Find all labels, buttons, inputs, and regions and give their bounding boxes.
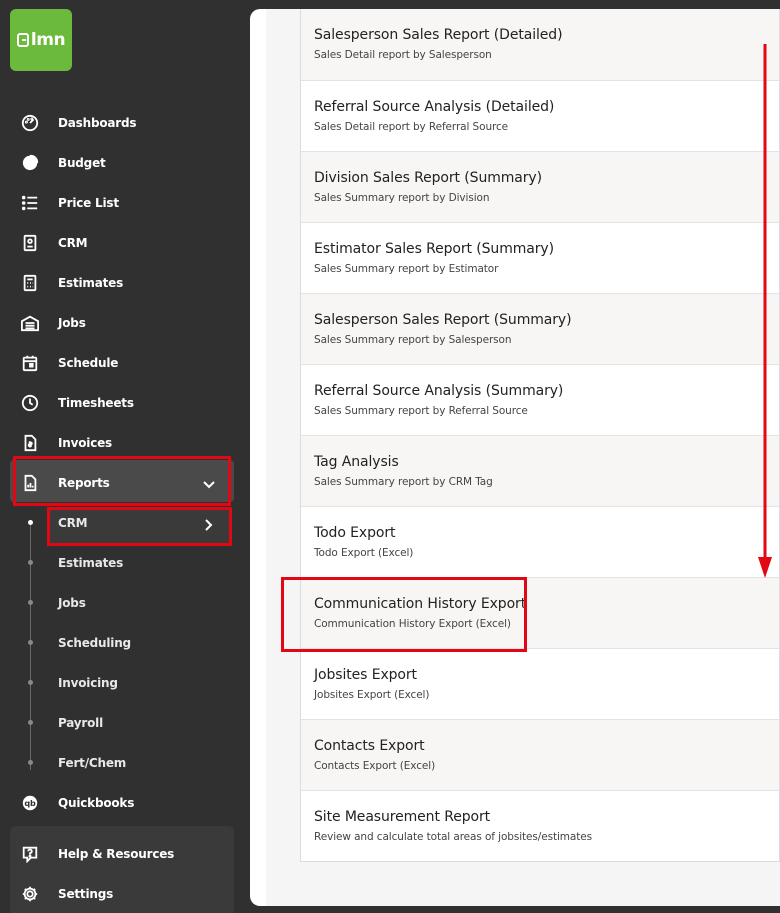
main-nav: Dashboards Budget Price List CRM Estimat…: [0, 103, 250, 503]
report-row-referral-summary[interactable]: Referral Source Analysis (Summary) Sales…: [301, 364, 779, 435]
nav-label: Timesheets: [58, 396, 134, 410]
nav-item-quickbooks[interactable]: qb Quickbooks: [0, 783, 250, 823]
report-row-jobsites-export[interactable]: Jobsites Export Jobsites Export (Excel): [301, 648, 779, 719]
report-list-container: Salesperson Sales Report (Detailed) Sale…: [266, 9, 780, 906]
subnav-item-estimates[interactable]: Estimates: [0, 543, 250, 583]
subnav-item-scheduling[interactable]: Scheduling: [0, 623, 250, 663]
down-arrow-icon: [758, 44, 772, 578]
nav-item-estimates[interactable]: Estimates: [0, 263, 250, 303]
report-description: Contacts Export (Excel): [314, 760, 436, 772]
report-row-referral-detailed[interactable]: Referral Source Analysis (Detailed) Sale…: [301, 80, 779, 151]
nav-label: Price List: [58, 196, 119, 210]
report-title: Division Sales Report (Summary): [314, 170, 542, 186]
report-row-estimator-summary[interactable]: Estimator Sales Report (Summary) Sales S…: [301, 222, 779, 293]
nav-label: Help & Resources: [58, 847, 175, 861]
pie-chart-icon: [20, 153, 40, 173]
nav-item-jobs[interactable]: Jobs: [0, 303, 250, 343]
report-title: Salesperson Sales Report (Detailed): [314, 27, 563, 43]
highlight-sub-crm: [47, 507, 232, 546]
list-icon: [20, 193, 40, 213]
calculator-icon: [20, 273, 40, 293]
nav-label: Estimates: [58, 276, 124, 290]
highlight-reports: [13, 456, 231, 506]
subnav-dot: [28, 600, 33, 605]
report-title: Salesperson Sales Report (Summary): [314, 312, 572, 328]
report-title: Estimator Sales Report (Summary): [314, 241, 554, 257]
report-title: Referral Source Analysis (Detailed): [314, 99, 555, 115]
gear-icon: [20, 884, 40, 904]
subnav-label: Fert/Chem: [58, 756, 127, 770]
nav-item-price-list[interactable]: Price List: [0, 183, 250, 223]
report-title: Site Measurement Report: [314, 809, 491, 825]
nav-item-schedule[interactable]: Schedule: [0, 343, 250, 383]
subnav-dot: [28, 560, 33, 565]
report-description: Sales Summary report by Referral Source: [314, 405, 528, 417]
main-panel: Salesperson Sales Report (Detailed) Sale…: [250, 9, 780, 906]
logo-text: lmn: [30, 30, 66, 50]
clock-icon: [20, 393, 40, 413]
report-description: Todo Export (Excel): [314, 547, 414, 559]
report-description: Sales Summary report by CRM Tag: [314, 476, 493, 488]
quickbooks-icon: qb: [20, 793, 40, 813]
nav-item-help-resources[interactable]: Help & Resources: [0, 834, 250, 874]
report-description: Sales Summary report by Estimator: [314, 263, 499, 275]
invoice-icon: [20, 433, 40, 453]
report-title: Referral Source Analysis (Summary): [314, 383, 564, 399]
subnav-dot: [28, 760, 33, 765]
nav-label: Schedule: [58, 356, 119, 370]
garage-icon: [20, 313, 40, 333]
subnav-dot: [28, 680, 33, 685]
highlight-communication-history: [281, 577, 527, 652]
nav-item-crm[interactable]: CRM: [0, 223, 250, 263]
nav-label: Invoices: [58, 436, 112, 450]
report-row-todo-export[interactable]: Todo Export Todo Export (Excel): [301, 506, 779, 577]
nav-label: Budget: [58, 156, 106, 170]
report-row-salesperson-detailed[interactable]: Salesperson Sales Report (Detailed) Sale…: [301, 9, 779, 80]
subnav-item-jobs[interactable]: Jobs: [0, 583, 250, 623]
report-title: Contacts Export: [314, 738, 425, 754]
report-description: Review and calculate total areas of jobs…: [314, 831, 592, 843]
help-icon: [20, 844, 40, 864]
report-row-contacts-export[interactable]: Contacts Export Contacts Export (Excel): [301, 719, 779, 790]
report-description: Jobsites Export (Excel): [314, 689, 430, 701]
report-list: Salesperson Sales Report (Detailed) Sale…: [300, 9, 780, 862]
calendar-icon: [20, 353, 40, 373]
nav-label: Jobs: [58, 316, 86, 330]
subnav-item-fert-chem[interactable]: Fert/Chem: [0, 743, 250, 783]
nav-label: Quickbooks: [58, 796, 135, 810]
svg-text:qb: qb: [24, 798, 36, 808]
nav-item-budget[interactable]: Budget: [0, 143, 250, 183]
report-title: Jobsites Export: [314, 667, 417, 683]
report-description: Sales Detail report by Salesperson: [314, 49, 492, 61]
nav-item-settings[interactable]: Settings: [0, 874, 250, 913]
subnav-label: Payroll: [58, 716, 104, 730]
subnav-label: Jobs: [58, 596, 86, 610]
report-description: Sales Summary report by Division: [314, 192, 490, 204]
subnav-label: Estimates: [58, 556, 124, 570]
report-description: Sales Detail report by Referral Source: [314, 121, 509, 133]
report-title: Tag Analysis: [314, 454, 399, 470]
nav-label: Settings: [58, 887, 114, 901]
subnav-dot: [28, 520, 33, 525]
nav-item-timesheets[interactable]: Timesheets: [0, 383, 250, 423]
report-row-salesperson-summary[interactable]: Salesperson Sales Report (Summary) Sales…: [301, 293, 779, 364]
subnav-item-payroll[interactable]: Payroll: [0, 703, 250, 743]
logo-mark-icon: [16, 33, 29, 47]
report-description: Sales Summary report by Salesperson: [314, 334, 512, 346]
lmn-logo[interactable]: lmn: [10, 9, 72, 71]
subnav-item-invoicing[interactable]: Invoicing: [0, 663, 250, 703]
nav-label: Dashboards: [58, 116, 137, 130]
dashboard-icon: [20, 113, 40, 133]
nav-label: CRM: [58, 236, 88, 250]
subnav-label: Scheduling: [58, 636, 131, 650]
contact-card-icon: [20, 233, 40, 253]
subnav-dot: [28, 640, 33, 645]
report-row-site-measurement[interactable]: Site Measurement Report Review and calcu…: [301, 790, 779, 861]
report-title: Todo Export: [314, 525, 396, 541]
report-row-tag-analysis[interactable]: Tag Analysis Sales Summary report by CRM…: [301, 435, 779, 506]
report-row-division-summary[interactable]: Division Sales Report (Summary) Sales Su…: [301, 151, 779, 222]
nav-item-dashboards[interactable]: Dashboards: [0, 103, 250, 143]
subnav-dot: [28, 720, 33, 725]
subnav-label: Invoicing: [58, 676, 118, 690]
